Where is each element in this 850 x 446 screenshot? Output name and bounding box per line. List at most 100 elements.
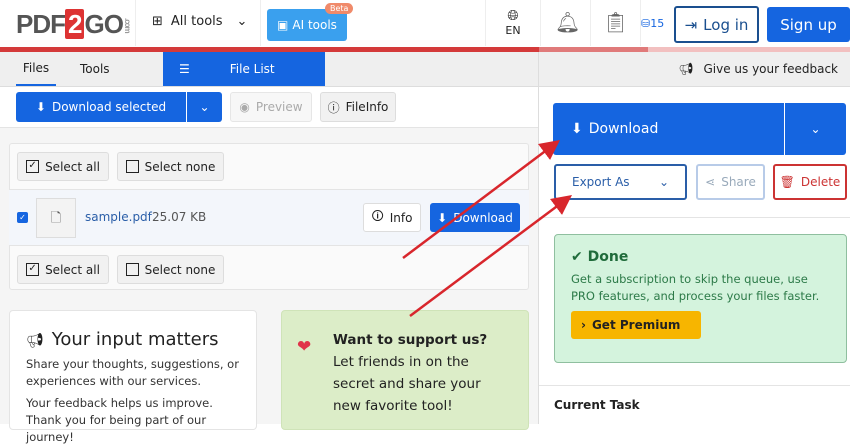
export-as-dropdown[interactable]: Export As ⌄ [554, 164, 687, 200]
tab-tools[interactable]: Tools [80, 52, 110, 86]
chevron-down-icon: ⌄ [199, 100, 210, 114]
trash-icon: 🗑︎ [779, 175, 795, 189]
download-icon: ⬇ [437, 210, 448, 225]
login-label: Log in [703, 15, 749, 34]
heart-icon: ❤ [297, 337, 312, 357]
empty-box-icon [125, 160, 139, 173]
select-all-button[interactable]: ✓ Select all [17, 152, 109, 181]
language-label: EN [505, 24, 521, 37]
all-tools-menu[interactable]: ⊞ All tools ⌄ [152, 14, 247, 29]
megaphone-icon: 📢︎ [678, 62, 694, 76]
support-card: ❤ Want to support us? Let friends in on … [281, 310, 529, 430]
export-as-label: Export As [572, 175, 630, 189]
select-none-button[interactable]: Select none [117, 152, 224, 181]
download-label: Download [588, 121, 659, 137]
file-row: ✓ 🗋 sample.pdf 25.07 KB 🛈 Info ⬇ Download [9, 189, 529, 246]
file-size: 25.07 KB [152, 210, 207, 224]
ai-image-icon: ▣ [277, 18, 289, 32]
all-tools-label: All tools [170, 14, 223, 29]
list-icon: ☰ [179, 62, 190, 76]
file-download-label: Download [453, 210, 513, 225]
signup-button[interactable]: Sign up [767, 7, 850, 42]
logo[interactable]: PDF 2 GO.com [16, 9, 132, 40]
current-task-heading: Current Task [554, 398, 640, 412]
tab-file-list[interactable]: ☰ File List [163, 52, 325, 86]
divider [135, 0, 136, 46]
divider [485, 0, 486, 46]
input-card-text-2: Your feedback helps us improve. Thank yo… [26, 396, 213, 444]
file-checkbox[interactable]: ✓ [17, 212, 28, 223]
preview-label: Preview [255, 100, 303, 114]
empty-box-icon [125, 263, 139, 276]
get-premium-button[interactable]: › Get Premium [571, 311, 701, 339]
logo-com: .com [122, 18, 132, 33]
file-download-button[interactable]: ⬇ Download [430, 203, 520, 232]
login-icon: ⇥ [684, 15, 698, 34]
select-all-label: Select all [45, 262, 100, 277]
check-icon: ✔ [571, 249, 588, 265]
checked-box-icon: ✓ [26, 263, 40, 276]
chevron-down-icon: ⌄ [236, 14, 248, 29]
tab-files[interactable]: Files [16, 52, 56, 86]
file-thumbnail-icon: 🗋 [36, 198, 76, 238]
premium-label: Get Premium [591, 318, 681, 332]
credits-value: 15 [650, 17, 665, 30]
bell-icon[interactable]: 🔔︎ [555, 10, 580, 34]
globe-icon: 🌐︎ [507, 8, 519, 24]
share-label: Share [721, 175, 756, 189]
download-button[interactable]: ⬇ Download [553, 103, 784, 155]
file-list-label: File List [229, 62, 275, 76]
feedback-link[interactable]: 📢︎ Give us your feedback [538, 52, 850, 87]
divider [260, 0, 261, 46]
chevron-down-icon: ⌄ [810, 122, 821, 136]
panel-divider [538, 87, 539, 424]
select-none-button-bottom[interactable]: Select none [117, 255, 224, 284]
download-dropdown[interactable]: ⌄ [785, 103, 846, 155]
delete-button[interactable]: 🗑︎ Delete [773, 164, 847, 200]
input-title-text: Your input matters [51, 329, 219, 350]
language-selector[interactable]: 🌐︎ EN [500, 8, 526, 37]
beta-badge: Beta [325, 3, 354, 14]
credits-counter[interactable]: ⛁15 [641, 17, 664, 30]
input-card-text-1: Share your thoughts, suggestions, or exp… [26, 357, 239, 388]
chevron-right-icon: › [581, 318, 586, 332]
done-title: ✔ Done [571, 249, 830, 265]
input-card-title: 📢︎ Your input matters [26, 329, 240, 350]
download-icon: ⬇ [35, 100, 46, 114]
file-info-button[interactable]: 🛈 Info [363, 203, 421, 232]
megaphone-icon: 📢︎ [26, 333, 44, 349]
divider [590, 0, 591, 46]
logo-pdf: PDF [16, 9, 66, 39]
download-selected-label: Download selected [51, 100, 167, 114]
divider [539, 385, 850, 386]
select-all-button-bottom[interactable]: ✓ Select all [17, 255, 109, 284]
file-info-label: Info [389, 210, 413, 225]
info-icon: ⓘ [327, 100, 340, 115]
share-button[interactable]: ⋖ Share [696, 164, 765, 200]
download-icon: ⬇ [571, 121, 583, 137]
file-name-link[interactable]: sample.pdf [85, 210, 152, 224]
divider [540, 0, 541, 46]
logo-2: 2 [65, 9, 85, 39]
divider [539, 217, 850, 218]
info-file-icon: 🛈 [371, 209, 384, 223]
done-box: ✔ Done Get a subscription to skip the qu… [554, 234, 847, 363]
select-none-label: Select none [144, 159, 216, 174]
eye-icon: ◉ [239, 100, 250, 114]
preview-button[interactable]: ◉ Preview [230, 92, 312, 122]
done-title-text: Done [587, 249, 629, 265]
done-text: Get a subscription to skip the queue, us… [571, 272, 820, 303]
download-selected-button[interactable]: ⬇ Download selected [16, 92, 186, 122]
login-button[interactable]: ⇥ Log in [674, 6, 759, 43]
select-none-label: Select none [144, 262, 216, 277]
header: PDF 2 GO.com ⊞ All tools ⌄ ▣ AI tools Beta 🌐︎… [0, 0, 850, 47]
fileinfo-label: FileInfo [345, 100, 389, 114]
fileinfo-button[interactable]: ⓘ FileInfo [320, 92, 396, 122]
support-text: Let friends in on the secret and share y… [333, 354, 481, 414]
clipboard-clock-icon[interactable]: 📋︎ [603, 10, 628, 34]
chevron-down-icon: ⌄ [658, 175, 669, 189]
grid-icon: ⊞ [152, 14, 163, 29]
download-options-dropdown[interactable]: ⌄ [187, 92, 222, 122]
select-all-label: Select all [45, 159, 100, 174]
logo-go: GO [84, 9, 123, 39]
